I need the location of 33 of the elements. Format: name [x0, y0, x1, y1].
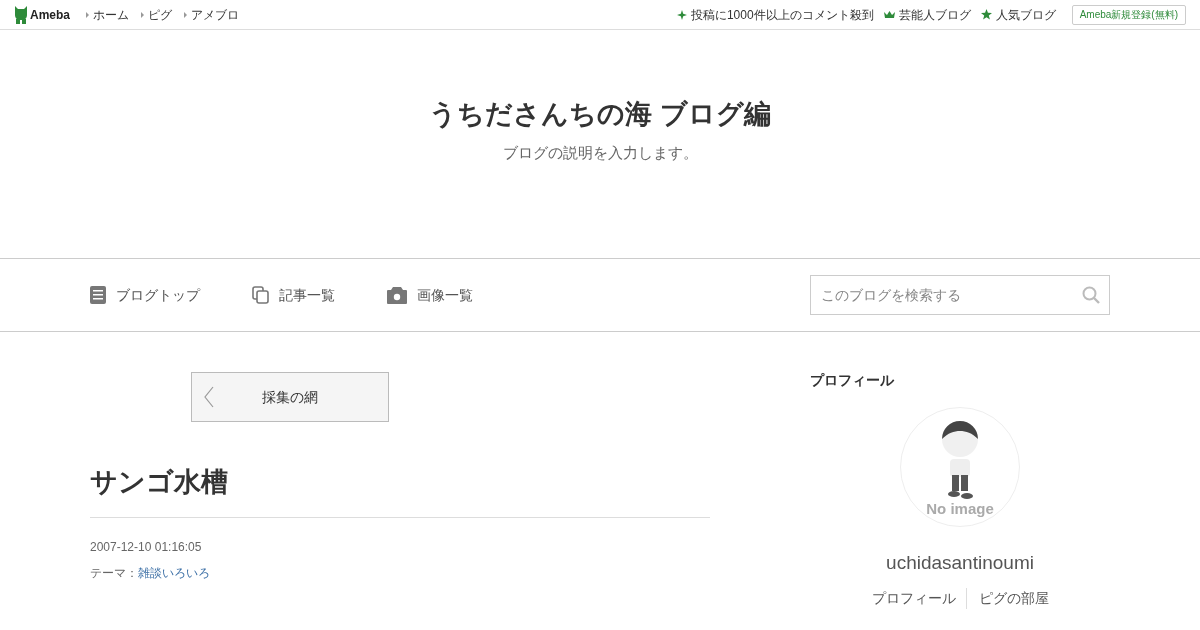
blog-description: ブログの説明を入力します。: [502, 143, 698, 163]
chevron-left-icon: [204, 386, 214, 408]
top-link[interactable]: 投稿に1000件以上のコメント殺到: [690, 5, 874, 24]
theme-label: テーマ：: [90, 564, 138, 582]
entry-date: 2007-12-10 01:16:05: [90, 538, 203, 556]
profile-link[interactable]: ピグの部屋: [965, 587, 1049, 609]
profile-link[interactable]: プロフィール: [871, 587, 966, 609]
camera-icon: [387, 286, 407, 304]
profile-heading: プロフィール: [810, 371, 895, 390]
top-link[interactable]: ピグ: [148, 5, 172, 24]
top-link[interactable]: 芸能人ブログ: [898, 5, 971, 24]
search-field[interactable]: このブログを検索する: [810, 275, 1110, 315]
nav-link[interactable]: ブログトップ: [90, 284, 200, 306]
top-link[interactable]: ホーム: [93, 5, 129, 24]
no-image-text: No image: [926, 501, 994, 516]
signup-button[interactable]: Ameba新規登録(無料): [1071, 4, 1186, 25]
star-icon: [980, 9, 992, 20]
nav-link[interactable]: 記事一覧: [252, 284, 335, 306]
previous-entry-button[interactable]: 採集の網: [191, 372, 389, 422]
crown-icon: [883, 10, 895, 19]
entry-title: サンゴ水槽: [90, 462, 710, 518]
theme-link[interactable]: 雑談いろいろ: [138, 563, 210, 582]
copy-icon: [252, 286, 269, 304]
top-link[interactable]: 人気ブログ: [995, 5, 1056, 24]
logo-text[interactable]: Ameba: [30, 5, 70, 24]
profile-name: uchidasantinoumi: [886, 551, 1034, 575]
search-icon[interactable]: [1082, 286, 1100, 304]
blog-title[interactable]: うちださんちの海 ブログ編: [429, 93, 771, 134]
document-icon: [90, 286, 106, 304]
logo-icon: [14, 5, 28, 24]
top-link[interactable]: アメブロ: [191, 5, 239, 24]
nav-link[interactable]: 画像一覧: [387, 284, 473, 306]
sparkle-icon: [676, 9, 687, 20]
